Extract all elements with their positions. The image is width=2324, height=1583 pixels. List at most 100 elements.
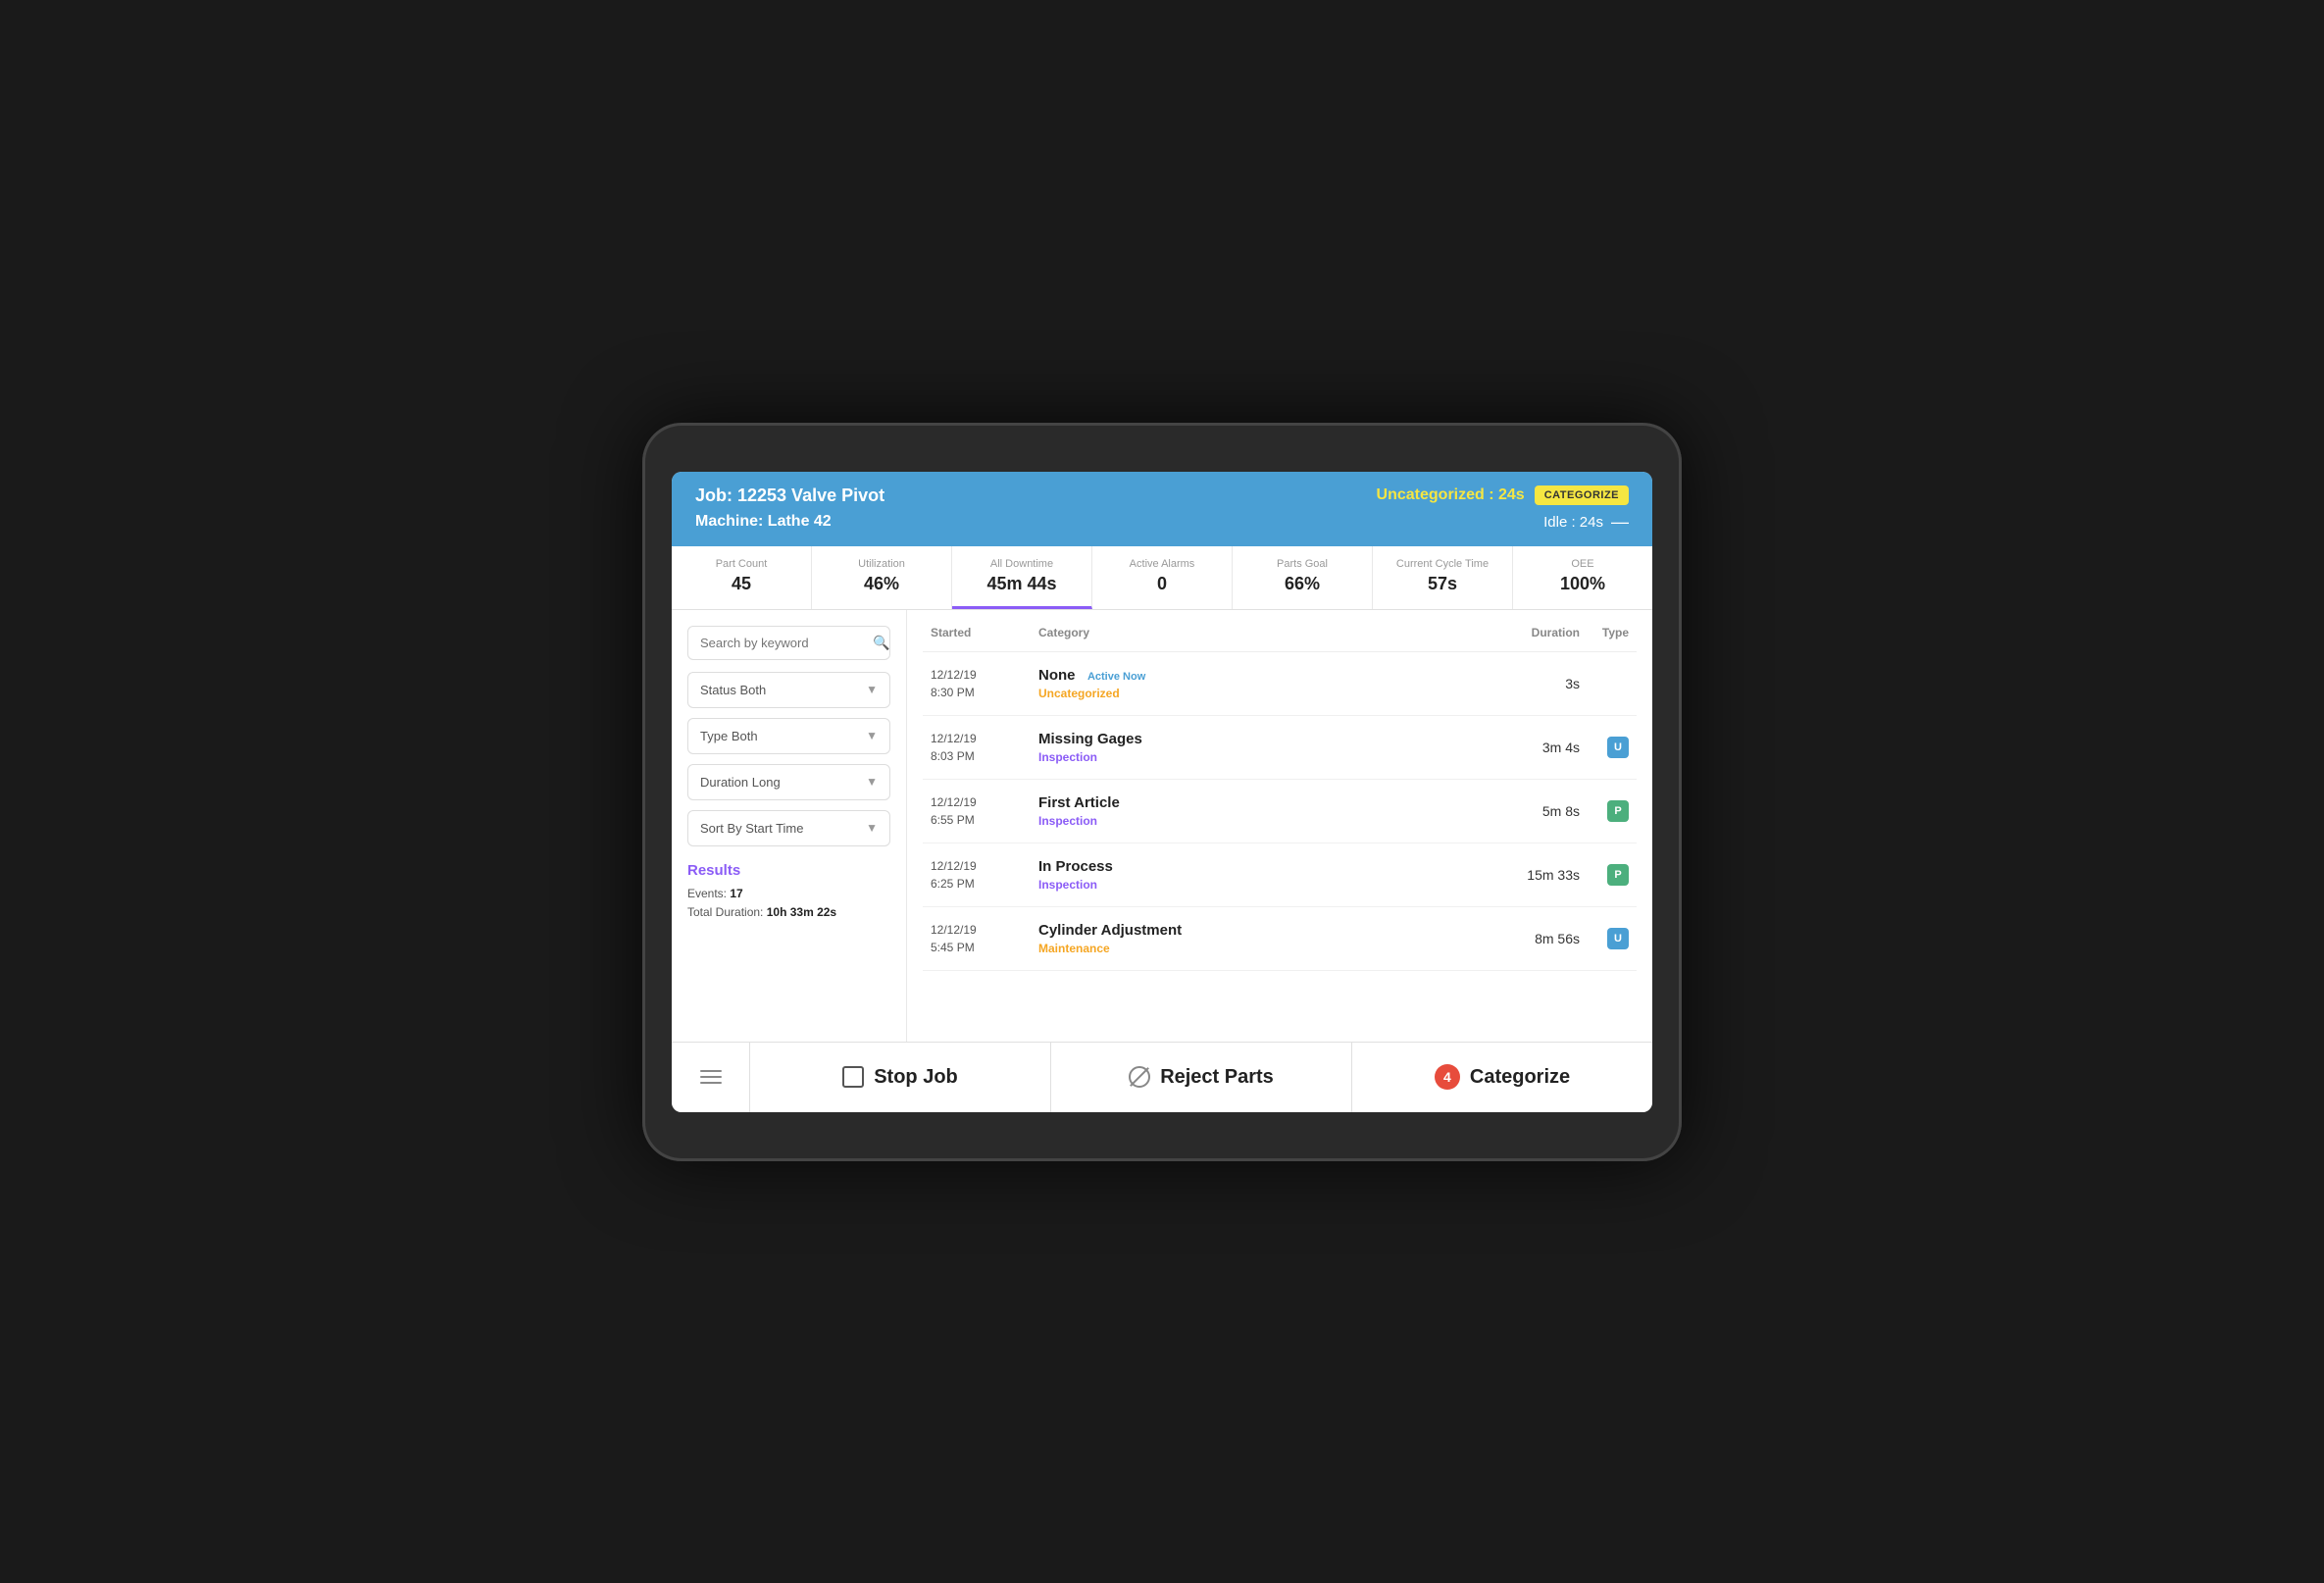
sort-filter[interactable]: Sort By Start Time ▼	[687, 810, 890, 846]
active-badge: Active Now	[1087, 671, 1145, 683]
header: Job: 12253 Valve Pivot Uncategorized : 2…	[672, 472, 1652, 546]
col-header-category: Category	[1038, 626, 1491, 639]
reject-icon	[1129, 1066, 1150, 1088]
col-header-started: Started	[931, 626, 1038, 639]
event-subcategory: Inspection	[1038, 878, 1491, 892]
type-filter-label: Type Both	[700, 729, 758, 743]
header-right-top: Uncategorized : 24s CATEGORIZE	[1377, 485, 1629, 505]
categorize-count-badge: 4	[1435, 1064, 1460, 1090]
event-name: None	[1038, 667, 1076, 684]
categorize-header-button[interactable]: CATEGORIZE	[1535, 485, 1629, 505]
bottom-bar: Stop Job Reject Parts 4 Categorize	[672, 1042, 1652, 1112]
duration-filter-label: Duration Long	[700, 775, 781, 790]
stop-job-label: Stop Job	[874, 1066, 958, 1089]
event-type: P	[1580, 800, 1629, 822]
event-duration: 3s	[1491, 676, 1580, 691]
stat-active-alarms[interactable]: Active Alarms 0	[1092, 546, 1233, 609]
stop-job-button[interactable]: Stop Job	[750, 1043, 1051, 1112]
chevron-down-icon: ▼	[866, 729, 878, 742]
tablet-frame: Job: 12253 Valve Pivot Uncategorized : 2…	[642, 423, 1682, 1161]
col-header-type: Type	[1580, 626, 1629, 639]
hamburger-icon	[700, 1070, 722, 1084]
event-category: Missing Gages Inspection	[1038, 731, 1491, 764]
event-date: 12/12/19 5:45 PM	[931, 921, 1038, 956]
results-title: Results	[687, 862, 890, 879]
stat-label-utilization: Utilization	[820, 558, 943, 570]
uncategorized-label: Uncategorized : 24s	[1377, 486, 1525, 504]
chevron-down-icon: ▼	[866, 775, 878, 789]
stat-parts-goal[interactable]: Parts Goal 66%	[1233, 546, 1373, 609]
event-date: 12/12/19 6:25 PM	[931, 857, 1038, 893]
event-subcategory: Inspection	[1038, 750, 1491, 764]
results-duration: Total Duration: 10h 33m 22s	[687, 903, 890, 922]
event-name: Missing Gages	[1038, 731, 1142, 747]
event-category: First Article Inspection	[1038, 794, 1491, 828]
event-duration: 15m 33s	[1491, 867, 1580, 883]
search-box[interactable]: 🔍	[687, 626, 890, 660]
stat-label-downtime: All Downtime	[960, 558, 1084, 570]
chevron-down-icon: ▼	[866, 683, 878, 696]
events-list: Started Category Duration Type 12/12/19 …	[907, 610, 1652, 1042]
event-date: 12/12/19 8:30 PM	[931, 666, 1038, 701]
sidebar: 🔍 Status Both ▼ Type Both ▼ Dur	[672, 610, 907, 1042]
stat-oee[interactable]: OEE 100%	[1513, 546, 1652, 609]
search-input[interactable]	[700, 636, 873, 650]
chevron-down-icon: ▼	[866, 821, 878, 835]
stat-all-downtime[interactable]: All Downtime 45m 44s	[952, 546, 1092, 609]
table-row[interactable]: 12/12/19 6:55 PM First Article Inspectio…	[923, 780, 1637, 843]
results-duration-value: 10h 33m 22s	[767, 905, 836, 919]
stat-cycle-time[interactable]: Current Cycle Time 57s	[1373, 546, 1513, 609]
event-date: 12/12/19 8:03 PM	[931, 730, 1038, 765]
categorize-label: Categorize	[1470, 1066, 1570, 1089]
reject-parts-label: Reject Parts	[1160, 1066, 1274, 1089]
event-category: None Active Now Uncategorized	[1038, 667, 1491, 700]
event-name: In Process	[1038, 858, 1113, 875]
categorize-button[interactable]: 4 Categorize	[1352, 1043, 1652, 1112]
duration-filter[interactable]: Duration Long ▼	[687, 764, 890, 800]
results-section: Results Events: 17 Total Duration: 10h 3…	[687, 862, 890, 922]
event-type: U	[1580, 737, 1629, 758]
stat-label-oee: OEE	[1521, 558, 1644, 570]
reject-parts-button[interactable]: Reject Parts	[1051, 1043, 1352, 1112]
stat-label-cycle-time: Current Cycle Time	[1381, 558, 1504, 570]
type-filter[interactable]: Type Both ▼	[687, 718, 890, 754]
main-content: 🔍 Status Both ▼ Type Both ▼ Dur	[672, 610, 1652, 1042]
event-type: U	[1580, 928, 1629, 949]
job-title: Job: 12253 Valve Pivot	[695, 485, 884, 506]
event-subcategory: Inspection	[1038, 814, 1491, 828]
table-row[interactable]: 12/12/19 8:30 PM None Active Now Uncateg…	[923, 652, 1637, 716]
stat-value-parts-goal: 66%	[1240, 574, 1364, 594]
stat-label-alarms: Active Alarms	[1100, 558, 1224, 570]
status-filter[interactable]: Status Both ▼	[687, 672, 890, 708]
event-duration: 8m 56s	[1491, 931, 1580, 946]
event-duration: 3m 4s	[1491, 740, 1580, 755]
event-name: Cylinder Adjustment	[1038, 922, 1182, 939]
event-category: Cylinder Adjustment Maintenance	[1038, 922, 1491, 955]
events-header: Started Category Duration Type	[923, 626, 1637, 652]
stat-utilization[interactable]: Utilization 46%	[812, 546, 952, 609]
event-type: P	[1580, 864, 1629, 886]
event-duration: 5m 8s	[1491, 803, 1580, 819]
results-events: Events: 17	[687, 885, 890, 903]
stat-value-alarms: 0	[1100, 574, 1224, 594]
idle-dash: —	[1611, 512, 1629, 533]
stat-value-oee: 100%	[1521, 574, 1644, 594]
stop-icon	[842, 1066, 864, 1088]
type-badge: U	[1607, 737, 1629, 758]
stats-bar: Part Count 45 Utilization 46% All Downti…	[672, 546, 1652, 610]
event-date: 12/12/19 6:55 PM	[931, 793, 1038, 829]
table-row[interactable]: 12/12/19 5:45 PM Cylinder Adjustment Mai…	[923, 907, 1637, 971]
stat-value-cycle-time: 57s	[1381, 574, 1504, 594]
results-count: 17	[730, 887, 742, 900]
table-row[interactable]: 12/12/19 8:03 PM Missing Gages Inspectio…	[923, 716, 1637, 780]
stat-value-part-count: 45	[680, 574, 803, 594]
machine-label: Machine: Lathe 42	[695, 513, 832, 531]
type-badge: P	[1607, 800, 1629, 822]
stat-part-count[interactable]: Part Count 45	[672, 546, 812, 609]
col-header-duration: Duration	[1491, 626, 1580, 639]
menu-button[interactable]	[672, 1043, 750, 1112]
stat-label-parts-goal: Parts Goal	[1240, 558, 1364, 570]
stat-value-utilization: 46%	[820, 574, 943, 594]
idle-status: Idle : 24s —	[1543, 512, 1629, 533]
table-row[interactable]: 12/12/19 6:25 PM In Process Inspection 1…	[923, 843, 1637, 907]
